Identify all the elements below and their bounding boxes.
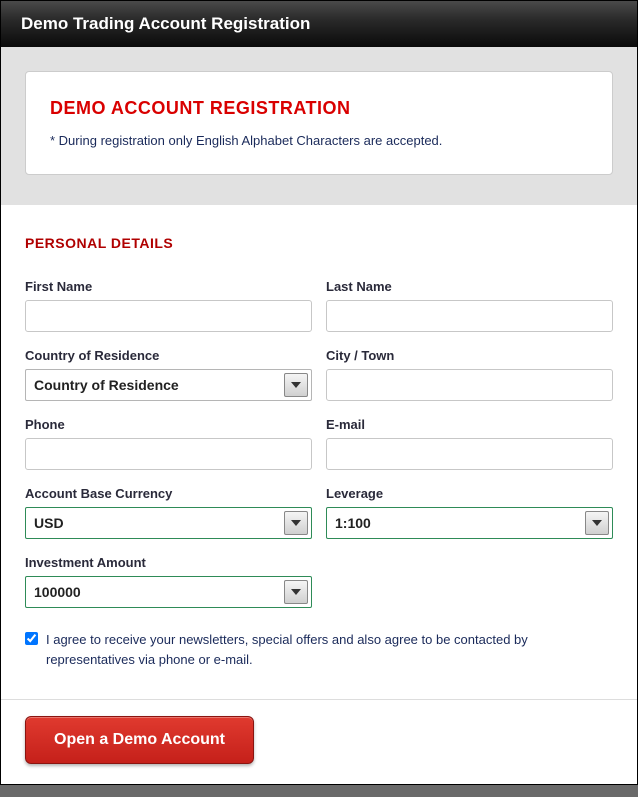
chevron-down-icon: [284, 511, 308, 535]
chevron-down-icon: [585, 511, 609, 535]
agree-text: I agree to receive your newsletters, spe…: [46, 630, 613, 669]
investment-label: Investment Amount: [25, 555, 312, 570]
chevron-down-icon: [284, 580, 308, 604]
country-selected: Country of Residence: [34, 377, 179, 393]
intro-card: DEMO ACCOUNT REGISTRATION * During regis…: [25, 71, 613, 175]
city-label: City / Town: [326, 348, 613, 363]
section-heading: PERSONAL DETAILS: [25, 235, 613, 251]
last-name-label: Last Name: [326, 279, 613, 294]
leverage-select[interactable]: 1:100: [326, 507, 613, 539]
intro-section: DEMO ACCOUNT REGISTRATION * During regis…: [1, 47, 637, 205]
leverage-label: Leverage: [326, 486, 613, 501]
country-label: Country of Residence: [25, 348, 312, 363]
email-input[interactable]: [326, 438, 613, 470]
modal-title: Demo Trading Account Registration: [21, 14, 310, 33]
currency-selected: USD: [34, 515, 64, 531]
currency-label: Account Base Currency: [25, 486, 312, 501]
registration-modal: Demo Trading Account Registration DEMO A…: [0, 0, 638, 785]
agree-checkbox[interactable]: [25, 632, 38, 645]
first-name-input[interactable]: [25, 300, 312, 332]
city-input[interactable]: [326, 369, 613, 401]
last-name-input[interactable]: [326, 300, 613, 332]
phone-label: Phone: [25, 417, 312, 432]
intro-title: DEMO ACCOUNT REGISTRATION: [50, 98, 588, 119]
chevron-down-icon: [284, 373, 308, 397]
investment-selected: 100000: [34, 584, 81, 600]
intro-note: * During registration only English Alpha…: [50, 133, 588, 148]
email-label: E-mail: [326, 417, 613, 432]
country-select[interactable]: Country of Residence: [25, 369, 312, 401]
first-name-label: First Name: [25, 279, 312, 294]
open-demo-account-button[interactable]: Open a Demo Account: [25, 716, 254, 764]
modal-header: Demo Trading Account Registration: [1, 1, 637, 47]
form-body: PERSONAL DETAILS First Name Last Name Co…: [1, 205, 637, 699]
modal-footer: Open a Demo Account: [1, 699, 637, 784]
phone-input[interactable]: [25, 438, 312, 470]
investment-select[interactable]: 100000: [25, 576, 312, 608]
currency-select[interactable]: USD: [25, 507, 312, 539]
leverage-selected: 1:100: [335, 515, 371, 531]
